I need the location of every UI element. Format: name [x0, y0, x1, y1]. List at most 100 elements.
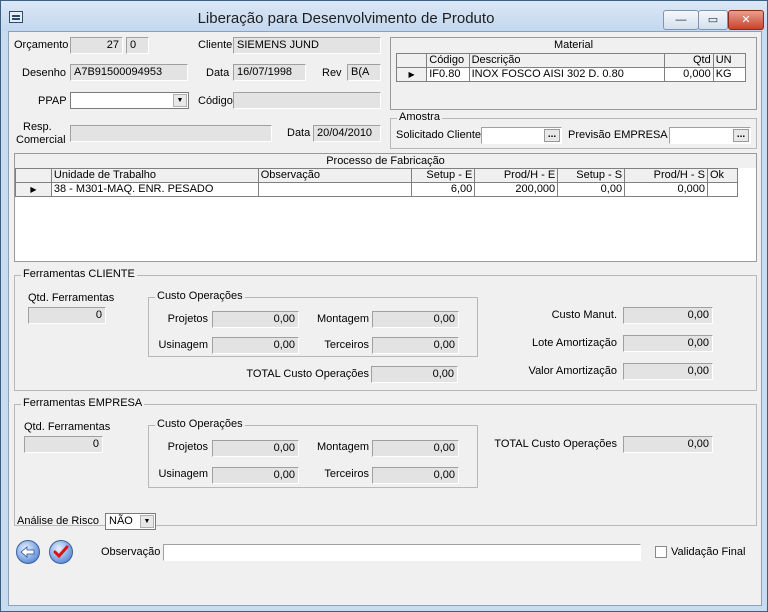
fc-montagem-field[interactable]: 0,00: [372, 311, 459, 328]
chevron-down-icon[interactable]: ▼: [140, 515, 154, 528]
ferramentas-empresa-group: Ferramentas EMPRESA Qtd. Ferramentas 0 C…: [14, 397, 757, 526]
processo-col-setup-e[interactable]: Setup - E: [411, 168, 476, 183]
ferramentas-cliente-title: Ferramentas CLIENTE: [21, 268, 137, 280]
orcamento-number-field[interactable]: 27: [70, 37, 123, 54]
processo-prod-s-cell[interactable]: 0,000: [624, 182, 708, 197]
processo-col-prod-s[interactable]: Prod/H - S: [624, 168, 708, 183]
fe-projetos-field[interactable]: 0,00: [212, 440, 299, 457]
processo-title: Processo de Fabricação: [326, 155, 445, 167]
material-col-un[interactable]: UN: [712, 53, 747, 68]
ppap-select[interactable]: ▼: [70, 92, 189, 109]
material-descricao-cell[interactable]: INOX FOSCO AISI 302 D. 0.80: [468, 67, 666, 82]
codigo-field[interactable]: [233, 92, 381, 109]
processo-col-ok[interactable]: Ok: [706, 168, 739, 183]
fe-total-label: TOTAL Custo Operações: [494, 438, 617, 450]
rev-field[interactable]: B(A: [347, 64, 381, 81]
rev-label: Rev: [322, 67, 342, 79]
fc-projetos-field[interactable]: 0,00: [212, 311, 299, 328]
previsao-picker-button[interactable]: ...: [733, 129, 749, 142]
analise-risco-label: Análise de Risco: [17, 515, 99, 527]
cliente-label: Cliente: [198, 39, 233, 51]
orcamento-seq-field[interactable]: 0: [126, 37, 149, 54]
data-field[interactable]: 16/07/1998: [233, 64, 306, 81]
fc-total-field[interactable]: 0,00: [371, 366, 458, 383]
material-col-codigo[interactable]: Código: [426, 53, 470, 68]
processo-col-unidade[interactable]: Unidade de Trabalho: [50, 168, 259, 183]
fc-total-label: TOTAL Custo Operações: [246, 368, 369, 380]
window-title: Liberação para Desenvolvimento de Produt…: [197, 10, 495, 27]
processo-prod-e-cell[interactable]: 200,000: [474, 182, 559, 197]
resp-label-line2: Comercial: [16, 134, 66, 146]
processo-setup-e-cell[interactable]: 6,00: [411, 182, 476, 197]
orcamento-label: Orçamento: [14, 39, 69, 51]
processo-indicator-header: [15, 168, 52, 183]
fe-qtd-field[interactable]: 0: [24, 436, 103, 453]
ppap-label: PPAP: [38, 95, 67, 107]
fc-valor-label: Valor Amortização: [528, 365, 617, 377]
fe-projetos-label: Projetos: [167, 441, 208, 453]
back-button[interactable]: [16, 540, 40, 564]
processo-col-setup-s[interactable]: Setup - S: [557, 168, 626, 183]
confirm-button[interactable]: [49, 540, 73, 564]
processo-col-prod-e[interactable]: Prod/H - E: [474, 168, 559, 183]
processo-observacao-cell[interactable]: [257, 182, 413, 197]
fe-terceiros-label: Terceiros: [324, 468, 369, 480]
minimize-button[interactable]: —: [663, 10, 699, 30]
amostra-title: Amostra: [397, 111, 442, 123]
fe-usinagem-label: Usinagem: [158, 468, 208, 480]
amostra-group: Amostra Solicitado Cliente ... Previsão …: [390, 111, 757, 149]
fc-qtd-label: Qtd. Ferramentas: [28, 292, 115, 304]
row-indicator-icon: ▶: [395, 67, 428, 82]
cliente-field[interactable]: SIEMENS JUND: [233, 37, 381, 54]
processo-setup-s-cell[interactable]: 0,00: [557, 182, 626, 197]
fc-terceiros-label: Terceiros: [324, 339, 369, 351]
material-col-qtd[interactable]: Qtd: [664, 53, 714, 68]
fe-total-field[interactable]: 0,00: [623, 436, 713, 453]
fe-montagem-field[interactable]: 0,00: [372, 440, 459, 457]
ferramentas-empresa-title: Ferramentas EMPRESA: [21, 397, 145, 409]
fc-custo-manut-field[interactable]: 0,00: [623, 307, 713, 324]
fc-usinagem-field[interactable]: 0,00: [212, 337, 299, 354]
fc-qtd-field[interactable]: 0: [28, 307, 106, 324]
codigo-label: Código: [198, 95, 233, 107]
processo-table: Unidade de Trabalho Observação Setup - E…: [15, 168, 739, 197]
material-qtd-cell[interactable]: 0,000: [664, 67, 714, 82]
desenho-field[interactable]: A7B91500094953: [70, 64, 188, 81]
row-indicator-icon: ▶: [15, 182, 52, 197]
fc-terceiros-field[interactable]: 0,00: [372, 337, 459, 354]
previsao-field[interactable]: ...: [669, 127, 751, 144]
processo-unidade-cell[interactable]: 38 - M301-MAQ. ENR. PESADO: [50, 182, 259, 197]
resp-comercial-field[interactable]: [70, 125, 272, 142]
previsao-label: Previsão EMPRESA: [568, 129, 668, 141]
processo-col-observacao[interactable]: Observação: [257, 168, 413, 183]
solicitado-picker-button[interactable]: ...: [544, 129, 560, 142]
analise-risco-select[interactable]: NÃO ▼: [105, 513, 156, 530]
maximize-button[interactable]: ▭: [698, 10, 728, 30]
fe-montagem-label: Montagem: [317, 441, 369, 453]
chevron-down-icon[interactable]: ▼: [173, 94, 187, 107]
observacao-field[interactable]: [163, 544, 641, 561]
data2-field[interactable]: 20/04/2010: [313, 125, 381, 142]
checkmark-icon: [53, 545, 69, 559]
material-codigo-cell[interactable]: IF0.80: [426, 67, 470, 82]
fe-usinagem-field[interactable]: 0,00: [212, 467, 299, 484]
material-un-cell[interactable]: KG: [712, 67, 747, 82]
material-indicator-header: [395, 53, 428, 68]
table-row[interactable]: ▶ IF0.80 INOX FOSCO AISI 302 D. 0.80 0,0…: [395, 67, 747, 82]
fc-lote-label: Lote Amortização: [532, 337, 617, 349]
material-panel: Material Código Descrição Qtd UN ▶ IF0.8…: [390, 37, 757, 110]
processo-ok-cell[interactable]: [706, 182, 739, 197]
fc-valor-field[interactable]: 0,00: [623, 363, 713, 380]
title-bar[interactable]: Liberação para Desenvolvimento de Produt…: [1, 1, 767, 31]
fe-terceiros-field[interactable]: 0,00: [372, 467, 459, 484]
table-row[interactable]: ▶ 38 - M301-MAQ. ENR. PESADO 6,00 200,00…: [15, 182, 739, 197]
analise-risco-value: NÃO: [109, 515, 133, 527]
fc-lote-field[interactable]: 0,00: [623, 335, 713, 352]
material-col-descricao[interactable]: Descrição: [468, 53, 666, 68]
solicitado-field[interactable]: ...: [481, 127, 562, 144]
close-button[interactable]: ✕: [728, 10, 764, 30]
fc-custo-title: Custo Operações: [155, 290, 245, 302]
solicitado-label: Solicitado Cliente: [396, 129, 481, 141]
validacao-final-checkbox[interactable]: [655, 546, 667, 558]
fe-qtd-label: Qtd. Ferramentas: [24, 421, 111, 433]
